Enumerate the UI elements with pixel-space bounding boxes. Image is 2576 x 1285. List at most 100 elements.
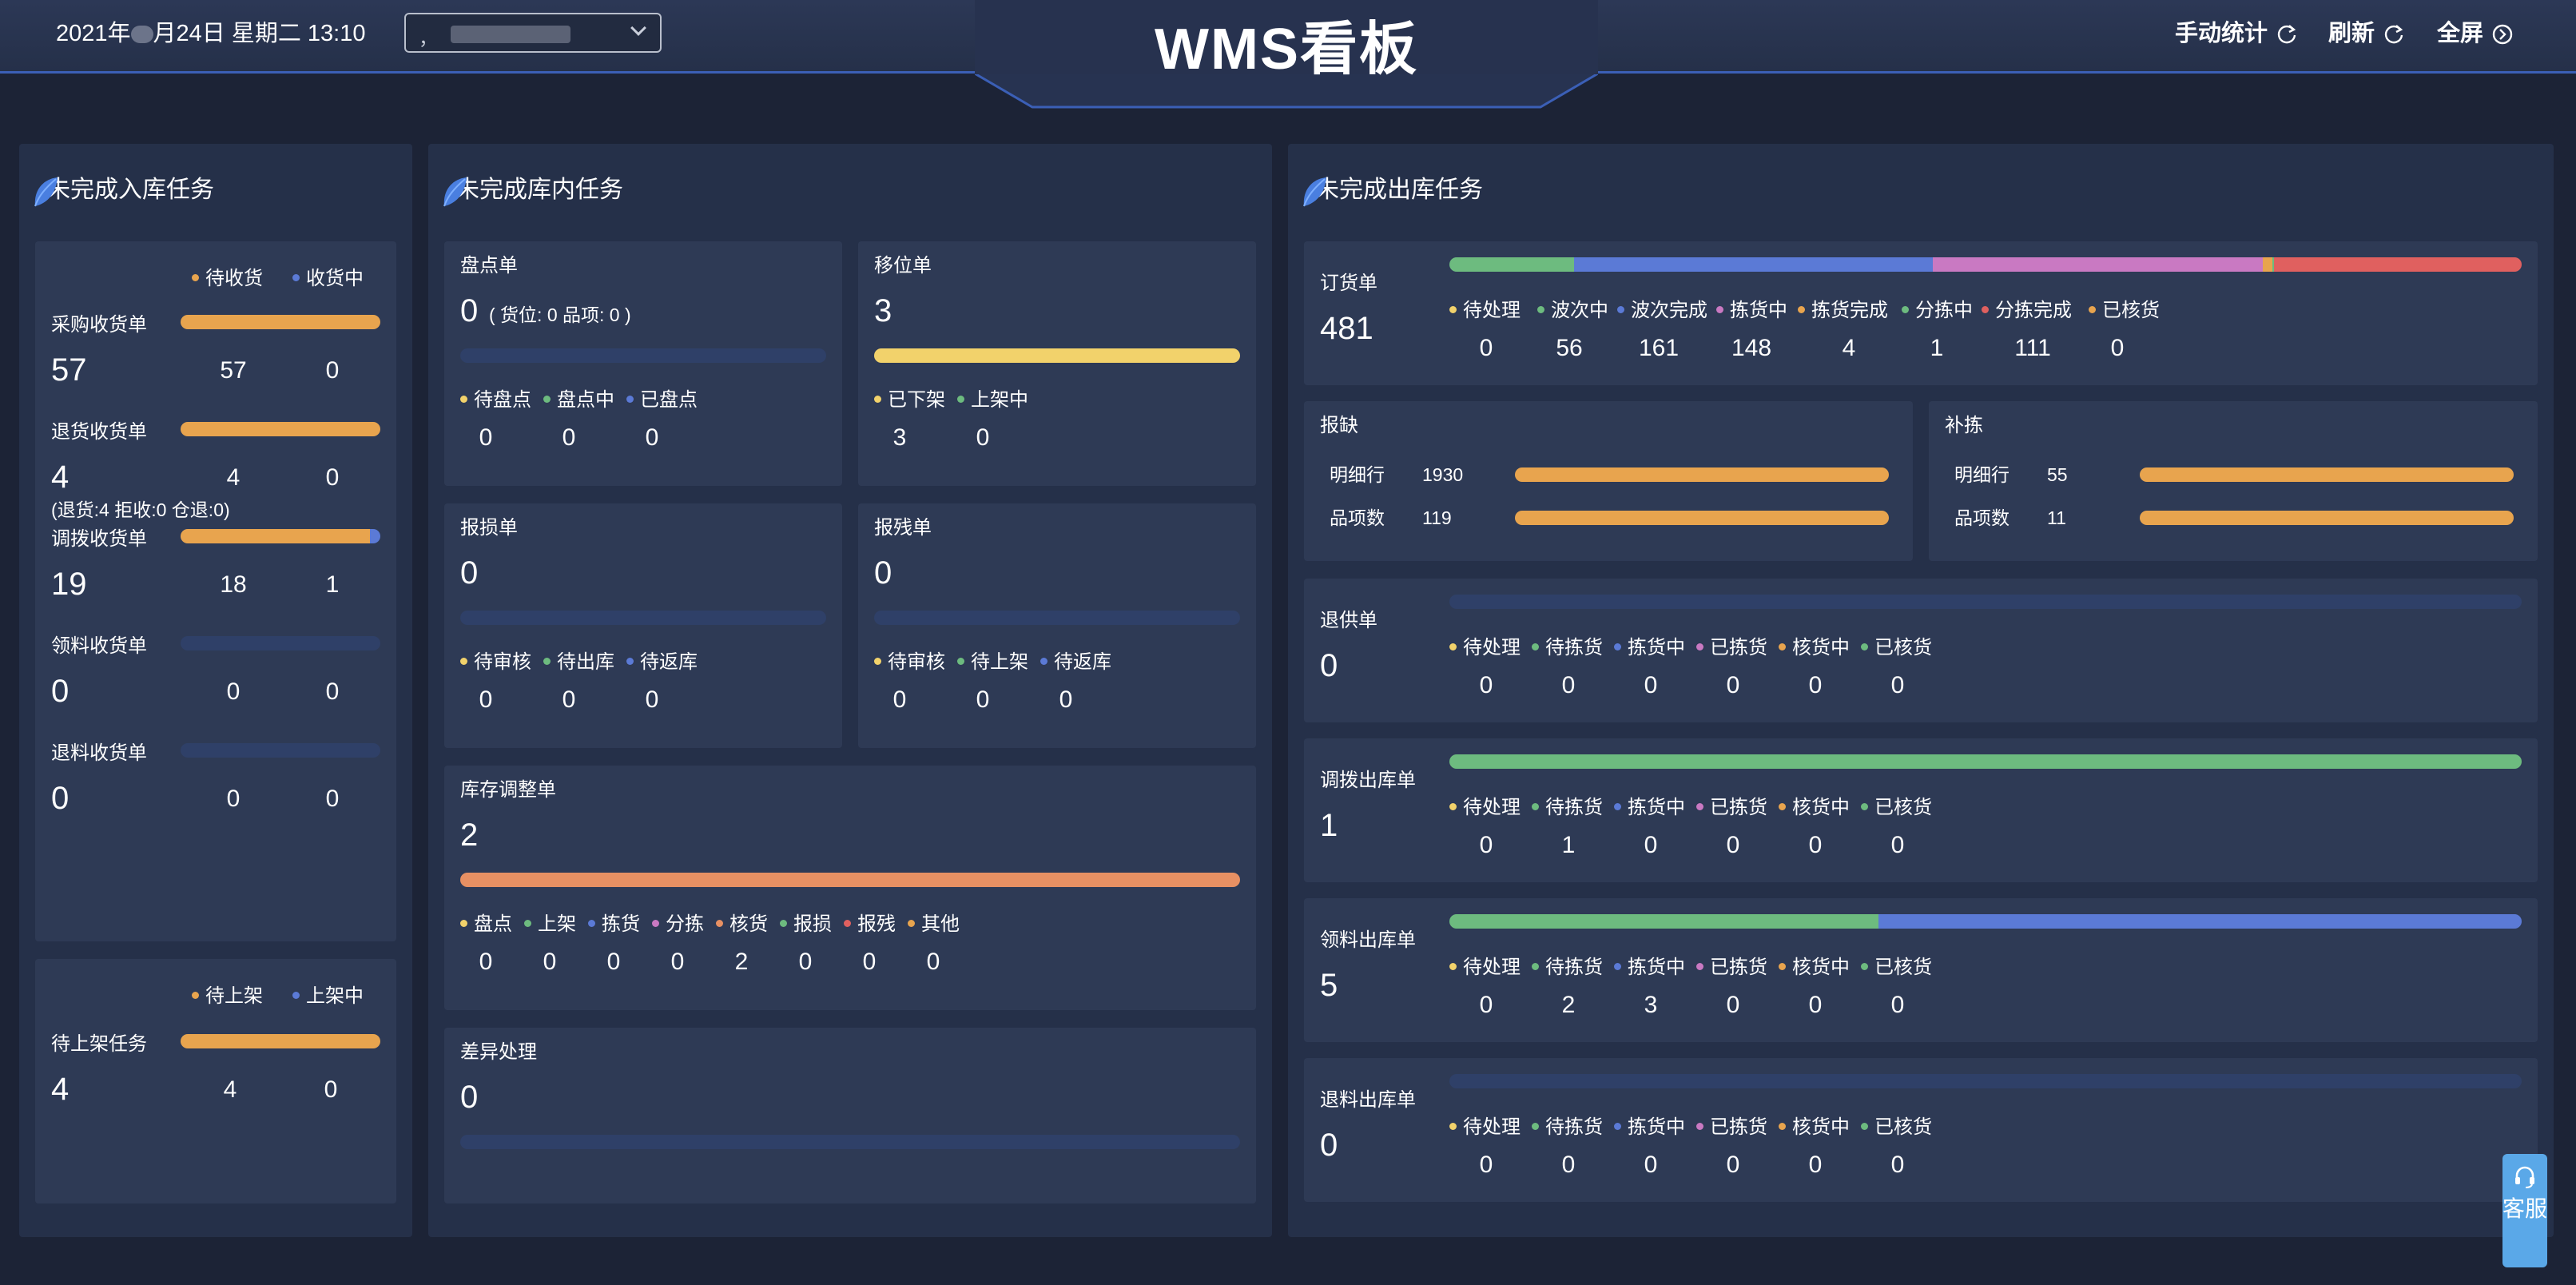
order-status-count: 1 [1930, 335, 1944, 361]
stocktake-count: 0 [645, 424, 659, 451]
outbound-section-label: 调拨出库单 [1320, 770, 1416, 791]
putaway-progress-bar [181, 1034, 380, 1048]
inbound-row-total: 57 [51, 352, 87, 388]
replenish-label: 补拣 [1945, 415, 1983, 436]
outbound-section-progress-bar [1449, 754, 2522, 769]
outbound-section-progress-bar [1449, 595, 2522, 609]
refresh-button[interactable]: 刷新 [2328, 18, 2405, 50]
legend-item: 已盘点 [626, 388, 698, 412]
warehouse-select[interactable]: ， [404, 13, 662, 53]
inbound-row-note: (退货:4 拒收:0 仓退:0) [51, 499, 230, 520]
inbound-row-total: 0 [51, 781, 70, 816]
outbound-status-count: 0 [1479, 832, 1493, 858]
outbound-section-total: 0 [1320, 648, 1338, 683]
shortage-row-bar [1515, 511, 1889, 525]
legend-item: 待处理 [1449, 636, 1521, 660]
legend-item: 待处理 [1449, 1116, 1521, 1140]
outbound-status-count: 0 [1726, 672, 1740, 698]
order-status-count: 0 [2110, 335, 2125, 361]
damage-total: 0 [460, 555, 479, 591]
legend-item: 已核货 [2089, 299, 2160, 323]
outbound-status-count: 0 [1479, 672, 1493, 698]
manual-stats-button[interactable]: 手动统计 [2175, 18, 2298, 50]
legend-item: 已拣货 [1696, 796, 1767, 820]
leaf-icon [443, 177, 467, 207]
outbound-section-total: 5 [1320, 968, 1338, 1003]
adjust-total: 2 [460, 818, 479, 853]
adjust-progress-bar [460, 873, 1240, 887]
legend-item: 已核货 [1861, 1116, 1932, 1140]
outbound-section-label: 领料出库单 [1320, 929, 1416, 951]
inbound-row-total: 0 [51, 674, 70, 709]
inbound-row-progress-bar [181, 529, 380, 543]
outbound-status-count: 3 [1644, 992, 1658, 1018]
chevron-down-icon [630, 20, 646, 36]
outbound-status-count: 0 [1726, 992, 1740, 1018]
diff-card [444, 1028, 1256, 1203]
legend-item: 波次完成 [1617, 299, 1707, 323]
legend-item: 上架中 [292, 985, 364, 1009]
legend-item: 待处理 [1449, 299, 1521, 323]
legend-item: 盘点中 [543, 388, 614, 412]
order-status-count: 4 [1842, 335, 1856, 361]
damage-progress-bar [460, 611, 826, 625]
inbound-row-total: 4 [51, 459, 70, 495]
legend-item: 已拣货 [1696, 956, 1767, 980]
damage-count: 0 [479, 686, 493, 713]
order-status-count: 148 [1731, 335, 1772, 361]
outbound-status-count: 0 [1726, 1152, 1740, 1178]
outbound-status-count: 0 [1644, 1152, 1658, 1178]
legend-item: 拣货中 [1614, 796, 1685, 820]
damage-label: 报损单 [460, 517, 518, 539]
legend-item: 待上架 [957, 650, 1028, 674]
defect-progress-bar [874, 611, 1240, 625]
customer-service-button[interactable]: 客服 [2502, 1154, 2547, 1267]
outbound-status-count: 0 [1561, 672, 1576, 698]
defect-count: 0 [976, 686, 990, 713]
inbound-inprogress-count: 0 [325, 786, 340, 812]
legend-item: 待出库 [543, 650, 614, 674]
legend-item: 待处理 [1449, 796, 1521, 820]
adjust-count: 0 [479, 949, 493, 975]
legend-item: 已下架 [874, 388, 945, 412]
legend-item: 其他 [908, 913, 960, 937]
inbound-inprogress-count: 0 [325, 678, 340, 705]
refresh-icon [2384, 25, 2403, 44]
outbound-section-label: 退供单 [1320, 610, 1377, 631]
outbound-status-count: 2 [1561, 992, 1576, 1018]
order-status-count: 56 [1556, 335, 1583, 361]
inbound-row-total: 19 [51, 567, 87, 602]
legend-item: 待收货 [192, 267, 263, 291]
outbound-status-count: 0 [1808, 832, 1823, 858]
inbound-inprogress-count: 0 [325, 357, 340, 384]
legend-item: 待审核 [460, 650, 531, 674]
outbound-section-progress-bar [1449, 1074, 2522, 1088]
outbound-section-progress-bar [1449, 914, 2522, 929]
inbound-pending-count: 57 [220, 357, 247, 384]
shortage-row-value: 119 [1422, 507, 1452, 528]
legend-item: 待返库 [626, 650, 698, 674]
outbound-status-count: 1 [1561, 832, 1576, 858]
inbound-inprogress-count: 0 [325, 464, 340, 491]
fullscreen-button[interactable]: 全屏 [2437, 18, 2514, 50]
inbound-row-progress-bar [181, 636, 380, 650]
order-status-count: 161 [1638, 335, 1680, 361]
move-count: 3 [892, 424, 907, 451]
order-progress-bar [1449, 257, 2522, 272]
legend-item: 核货 [716, 913, 768, 937]
defect-count: 0 [1059, 686, 1073, 713]
defect-count: 0 [892, 686, 907, 713]
warehouse-title: 未完成库内任务 [443, 174, 623, 207]
replenish-row-label: 品项数 [1954, 507, 2010, 528]
redacted-mark [130, 26, 153, 44]
outbound-status-count: 0 [1479, 1152, 1493, 1178]
shortage-row-value: 1930 [1422, 464, 1464, 485]
leaf-icon [34, 177, 58, 207]
refresh-icon [2277, 25, 2296, 44]
legend-item: 核货中 [1779, 956, 1850, 980]
legend-item: 核货中 [1779, 1116, 1850, 1140]
legend-item: 上架 [524, 913, 576, 937]
order-status-count: 111 [2014, 335, 2051, 361]
outbound-status-count: 0 [1644, 672, 1658, 698]
inbound-row-progress-bar [181, 422, 380, 436]
